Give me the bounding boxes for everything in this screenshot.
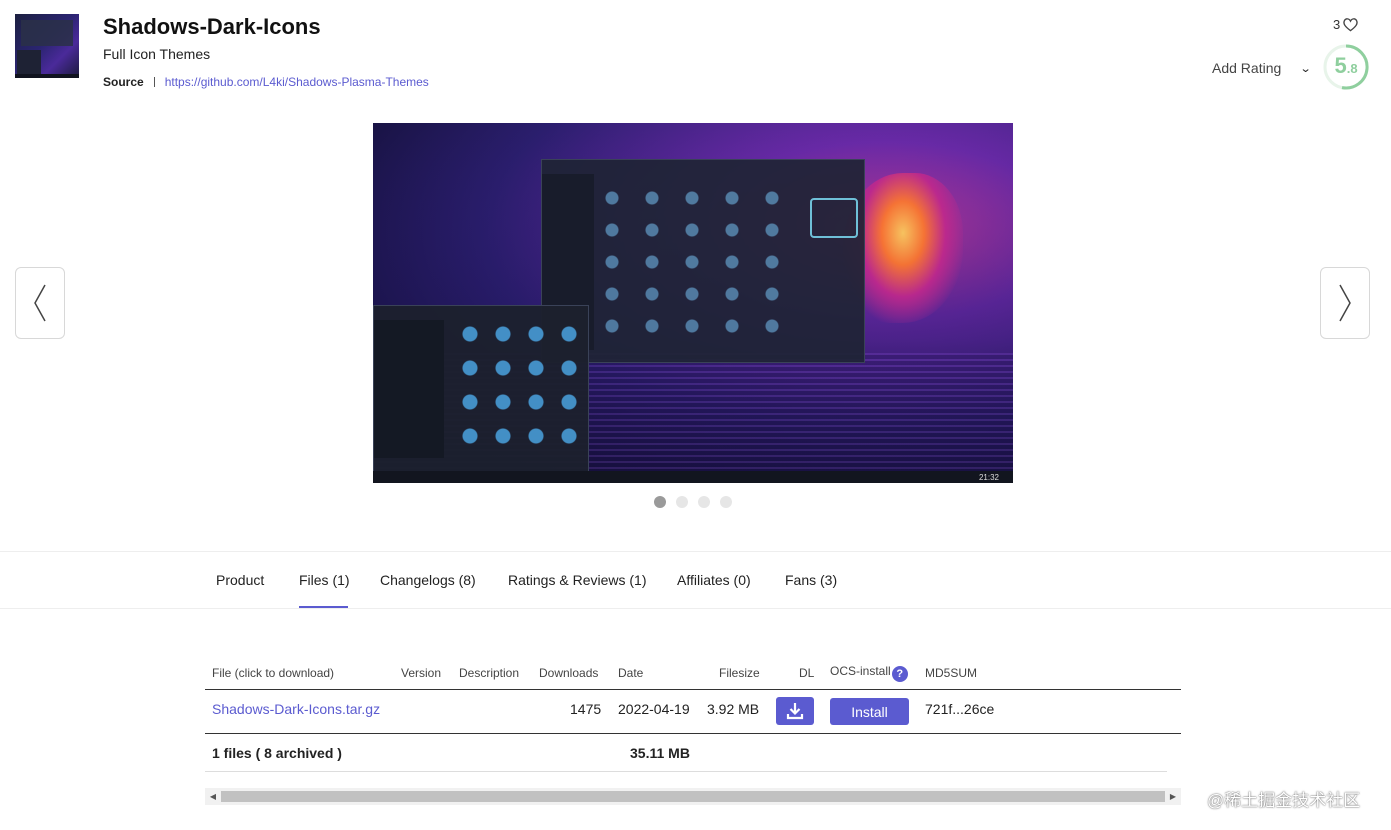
tab-changelogs[interactable]: Changelogs (8) xyxy=(380,572,476,588)
file-manager-preview xyxy=(541,159,865,363)
rating-score-badge: 5.8 xyxy=(1322,43,1370,91)
col-header-date: Date xyxy=(618,666,644,680)
ocs-install-button[interactable]: Install xyxy=(830,698,909,725)
tabs-bar: Product Files (1) Changelogs (8) Ratings… xyxy=(0,551,1391,609)
horizontal-scrollbar[interactable]: ◀ ▶ xyxy=(205,788,1181,805)
active-tab-indicator xyxy=(299,606,348,608)
help-icon[interactable]: ? xyxy=(891,666,908,682)
fans-count: 3 xyxy=(1333,17,1341,32)
files-total-size: 35.11 MB xyxy=(630,745,690,761)
tab-ratings-reviews[interactable]: Ratings & Reviews (1) xyxy=(508,572,647,588)
carousel-main-screenshot[interactable]: 21:32 xyxy=(373,123,1013,483)
file-md5sum: 721f...26ce xyxy=(925,701,995,717)
tab-files[interactable]: Files (1) xyxy=(299,572,350,588)
carousel-dot-4[interactable] xyxy=(720,496,732,508)
chevron-down-icon: ⌄ xyxy=(1299,62,1312,75)
tab-affiliates[interactable]: Affiliates (0) xyxy=(677,572,751,588)
chevron-left-icon xyxy=(34,284,46,322)
scroll-right-icon[interactable]: ▶ xyxy=(1165,788,1181,805)
add-rating-dropdown[interactable]: Add Rating ⌄ xyxy=(1212,60,1312,76)
source-label: Source xyxy=(103,75,144,89)
add-rating-label: Add Rating xyxy=(1212,60,1282,76)
file-download-link[interactable]: Shadows-Dark-Icons.tar.gz xyxy=(212,701,380,717)
product-category[interactable]: Full Icon Themes xyxy=(103,46,210,62)
col-header-downloads: Downloads xyxy=(539,666,599,680)
scroll-left-icon[interactable]: ◀ xyxy=(205,788,221,805)
chevron-right-icon xyxy=(1339,284,1351,322)
app-menu-preview xyxy=(373,305,589,473)
source-line: Source https://github.com/L4ki/Shadows-P… xyxy=(103,75,429,89)
carousel-dot-3[interactable] xyxy=(698,496,710,508)
table-bottom-rule xyxy=(205,771,1167,772)
file-date: 2022-04-19 xyxy=(618,701,690,717)
col-header-description: Description xyxy=(459,666,520,680)
download-button[interactable] xyxy=(776,697,814,725)
rating-score-value: 5.8 xyxy=(1334,53,1358,78)
table-header-rule xyxy=(205,689,1181,690)
product-title: Shadows-Dark-Icons xyxy=(103,14,321,39)
col-header-file: File (click to download) xyxy=(212,666,335,680)
taskbar-preview xyxy=(373,471,1013,483)
col-header-dl: DL xyxy=(799,666,815,680)
files-summary: 1 files ( 8 archived ) xyxy=(212,745,342,761)
carousel-prev-button[interactable] xyxy=(15,267,65,339)
download-icon xyxy=(786,703,804,720)
scrollbar-thumb[interactable] xyxy=(221,791,1165,802)
file-size: 3.92 MB xyxy=(707,701,760,717)
product-thumbnail[interactable] xyxy=(15,14,79,78)
carousel-dots xyxy=(654,496,732,508)
col-header-version: Version xyxy=(401,666,442,680)
screenshot-clock: 21:32 xyxy=(978,473,999,482)
tab-product[interactable]: Product xyxy=(216,572,264,588)
ocs-install-label: OCS-install xyxy=(830,664,891,678)
tab-fans[interactable]: Fans (3) xyxy=(785,572,837,588)
heart-icon[interactable] xyxy=(1342,17,1359,32)
carousel-next-button[interactable] xyxy=(1320,267,1370,339)
col-header-ocs-install: OCS-install? xyxy=(830,664,908,682)
table-footer-rule xyxy=(205,733,1181,734)
watermark: @稀土掘金技术社区 xyxy=(1207,791,1361,810)
source-separator xyxy=(153,77,155,87)
col-header-filesize: Filesize xyxy=(719,666,760,680)
file-downloads: 1475 xyxy=(570,701,602,717)
carousel-dot-1[interactable] xyxy=(654,496,666,508)
source-link[interactable]: https://github.com/L4ki/Shadows-Plasma-T… xyxy=(165,75,429,89)
favorite-counter[interactable]: 3 xyxy=(1333,17,1359,32)
col-header-md5sum: MD5SUM xyxy=(925,666,978,680)
carousel-dot-2[interactable] xyxy=(676,496,688,508)
